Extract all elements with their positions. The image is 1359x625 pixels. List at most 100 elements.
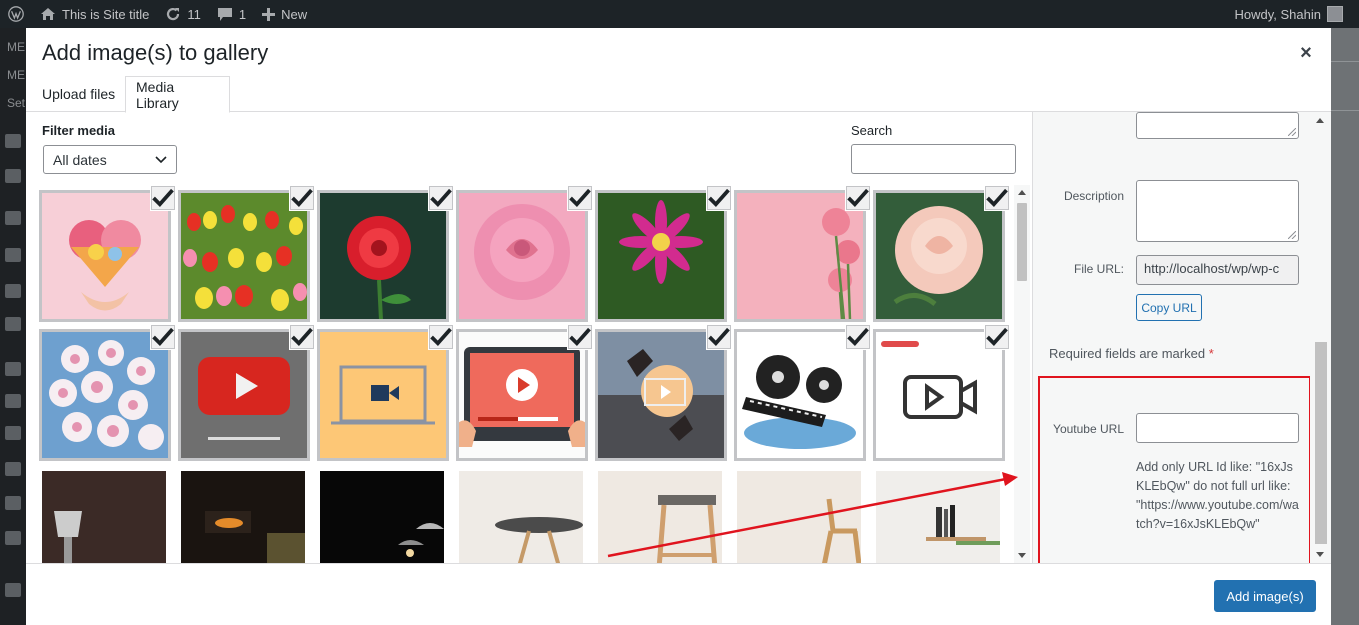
comments-link[interactable]: 1 [209, 0, 254, 28]
description-textarea[interactable] [1136, 180, 1299, 242]
checkmark-icon[interactable] [846, 186, 870, 210]
caption-textarea[interactable] [1136, 112, 1299, 139]
gerbera-pink-image [736, 192, 864, 320]
attachment-thumbnail[interactable] [39, 186, 175, 322]
date-filter-value: All dates [53, 151, 107, 168]
home-icon [41, 8, 55, 20]
hands-frame-image [597, 331, 725, 459]
divider [1331, 110, 1359, 111]
chevron-down-icon [155, 156, 167, 164]
account-menu[interactable]: Howdy, Shahin [1227, 0, 1351, 28]
media-router-tabs: Upload files Media Library [26, 76, 1331, 113]
attachment-thumbnail[interactable] [734, 186, 870, 322]
film-reel-image [736, 331, 864, 459]
scroll-down-icon[interactable] [1316, 552, 1324, 557]
checkmark-icon[interactable] [568, 325, 592, 349]
peach-rose-image [875, 192, 1003, 320]
red-dahlia-image [319, 192, 447, 320]
pink-rose-image [458, 192, 586, 320]
details-scrollbar[interactable] [1310, 112, 1330, 563]
attachment-thumbnail[interactable] [317, 186, 453, 322]
checkmark-icon[interactable] [846, 325, 870, 349]
attachment-thumbnail[interactable] [181, 471, 305, 563]
comment-icon [217, 7, 232, 21]
search-label: Search [851, 123, 893, 138]
search-input[interactable] [851, 144, 1016, 174]
scroll-up-icon[interactable] [1018, 190, 1026, 195]
required-fields-note: Required fields are marked * [1049, 346, 1214, 361]
tab-upload-files[interactable]: Upload files [32, 76, 125, 112]
attachment-thumbnail[interactable] [317, 325, 453, 461]
filter-media-label: Filter media [42, 123, 115, 138]
collapse-icon [5, 583, 21, 597]
checkmark-icon[interactable] [707, 186, 731, 210]
attachment-thumbnail[interactable] [178, 325, 314, 461]
avatar [1327, 6, 1343, 22]
attachment-thumbnail[interactable] [734, 325, 870, 461]
menu-icon [5, 134, 21, 148]
yoast-icon [5, 394, 21, 408]
checkmark-icon[interactable] [707, 325, 731, 349]
attachment-thumbnail[interactable] [456, 325, 592, 461]
checkmark-icon[interactable] [985, 186, 1009, 210]
copy-url-button[interactable]: Copy URL [1136, 294, 1202, 321]
modal-title: Add image(s) to gallery [42, 40, 269, 65]
scrollbar-thumb[interactable] [1017, 203, 1027, 281]
attachment-thumbnail[interactable] [598, 471, 722, 563]
scrollbar-thumb[interactable] [1315, 342, 1327, 544]
attachment-thumbnail[interactable] [42, 471, 166, 563]
date-filter-select[interactable]: All dates [43, 145, 177, 174]
attachments-grid [26, 185, 1032, 563]
resize-grip-icon [1288, 231, 1296, 239]
attachment-thumbnail[interactable] [456, 186, 592, 322]
plugins-icon [5, 426, 21, 440]
attachment-thumbnail[interactable] [873, 186, 1009, 322]
resize-grip-icon [1288, 128, 1296, 136]
attachment-thumbnail[interactable] [320, 471, 444, 563]
checkmark-icon[interactable] [151, 186, 175, 210]
grid-scrollbar[interactable] [1014, 185, 1030, 563]
modal-toolbar: Add image(s) [26, 563, 1331, 625]
products-icon [5, 248, 21, 262]
required-text: Required fields are marked [1049, 346, 1206, 361]
attachment-thumbnail[interactable] [595, 325, 731, 461]
checkmark-icon[interactable] [151, 325, 175, 349]
checkmark-icon[interactable] [568, 186, 592, 210]
updates-link[interactable]: 11 [157, 0, 209, 28]
admin-sidebar: ME ME Set [0, 28, 26, 625]
lamp-interior-image [42, 471, 166, 563]
checkmark-icon[interactable] [290, 325, 314, 349]
close-button[interactable]: × [1294, 40, 1318, 66]
attachment-thumbnail[interactable] [737, 471, 861, 563]
checkmark-icon[interactable] [985, 325, 1009, 349]
settings-icon [5, 531, 21, 545]
new-content-link[interactable]: New [254, 0, 315, 28]
attachment-thumbnail[interactable] [873, 325, 1009, 461]
fireplace-room-image [181, 471, 305, 563]
tab-media-library[interactable]: Media Library [125, 76, 230, 113]
scroll-down-icon[interactable] [1018, 553, 1026, 558]
site-title: This is Site title [62, 6, 150, 22]
wordpress-logo-button[interactable] [0, 0, 32, 28]
laptop-video-image [319, 331, 447, 459]
attachment-thumbnail[interactable] [178, 186, 314, 322]
woo-icon [5, 211, 21, 225]
checkmark-icon[interactable] [290, 186, 314, 210]
checkmark-icon[interactable] [429, 325, 453, 349]
attachment-thumbnail[interactable] [459, 471, 583, 563]
sidebar-label: ME [7, 68, 25, 82]
plus-icon [262, 7, 276, 21]
checkmark-icon[interactable] [429, 186, 453, 210]
attachment-thumbnail[interactable] [876, 471, 1000, 563]
attachment-thumbnail[interactable] [39, 325, 175, 461]
file-url-field[interactable]: http://localhost/wp/wp-c [1136, 255, 1299, 285]
attachment-thumbnail[interactable] [595, 186, 731, 322]
tulip-field-image [180, 192, 308, 320]
scroll-up-icon[interactable] [1316, 118, 1324, 123]
new-label: New [281, 6, 308, 22]
site-name-link[interactable]: This is Site title [32, 0, 157, 28]
youtube-url-input[interactable] [1136, 413, 1299, 443]
add-images-button[interactable]: Add image(s) [1214, 580, 1316, 612]
video-camera-image [875, 331, 1003, 459]
modal-backdrop[interactable] [1331, 28, 1359, 625]
